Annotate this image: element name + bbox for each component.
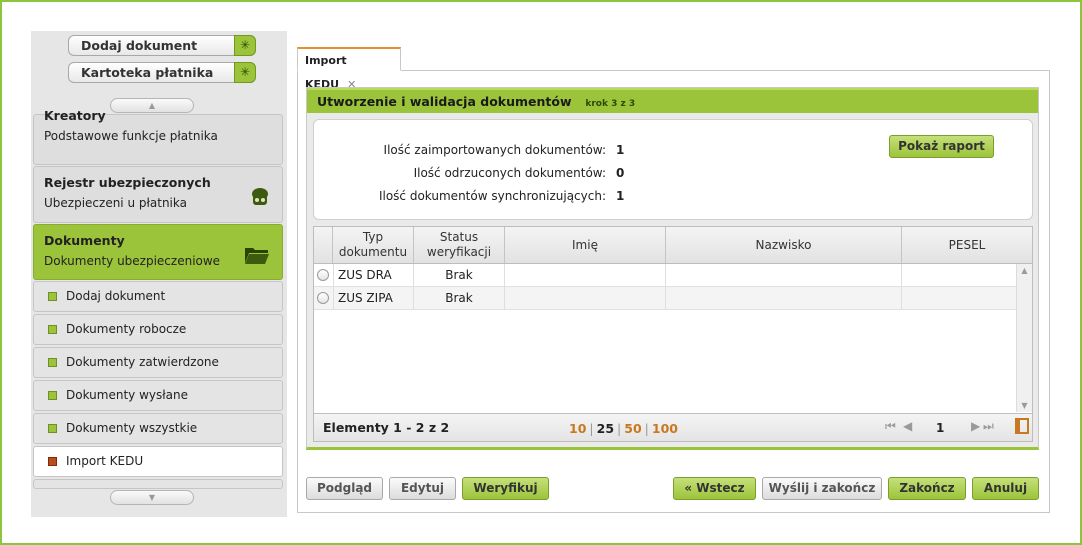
prev-page-icon[interactable]: ◀ [903, 419, 912, 433]
preview-button[interactable]: Podgląd [306, 477, 383, 500]
sidebar-item-draft-documents[interactable]: Dokumenty robocze [33, 314, 283, 345]
summary-rejected-value: 0 [616, 166, 625, 180]
sidebar-item-approved-documents[interactable]: Dokumenty zatwierdzone [33, 347, 283, 378]
sidebar-group-subtitle: Podstawowe funkcje płatnika [44, 129, 218, 143]
sidebar-item-add-document[interactable]: Dodaj dokument [33, 281, 283, 312]
sidebar-item-label: Dodaj dokument [66, 289, 166, 303]
sidebar: Dodaj dokument ✳ Kartoteka płatnika ✳ ▲ … [31, 31, 287, 517]
show-report-button[interactable]: Pokaż raport [889, 135, 994, 158]
sidebar-item-label: Dokumenty wysłane [66, 388, 188, 402]
wizard-title: Utworzenie i walidacja dokumentów [317, 94, 572, 109]
people-icon [250, 187, 270, 214]
bullet-icon [48, 292, 57, 301]
sidebar-group-title: Kreatory [44, 108, 106, 123]
cancel-button[interactable]: Anuluj [972, 477, 1039, 500]
verify-button[interactable]: Weryfikuj [462, 477, 549, 500]
cell-first-name [505, 264, 666, 286]
quick-add-document-button[interactable]: Dodaj dokument ✳ [68, 35, 256, 56]
tab-import-kedu[interactable]: Import KEDU ✕ [297, 47, 401, 91]
sidebar-group-title: Rejestr ubezpieczonych [44, 175, 211, 190]
elements-count: Elementy 1 - 2 z 2 [323, 420, 450, 435]
scroll-down-icon[interactable]: ▼ [1017, 401, 1032, 410]
summary-rejected-label: Ilość odrzuconych dokumentów: [413, 166, 606, 180]
header-select-column [314, 227, 333, 263]
edit-button[interactable]: Edytuj [389, 477, 456, 500]
header-type[interactable]: Typ dokumentu [333, 227, 414, 263]
table-row[interactable]: ZUS DRA Brak [314, 264, 1016, 287]
cell-type: ZUS ZIPA [333, 287, 414, 309]
sidebar-group-documents[interactable]: Dokumenty Dokumenty ubezpieczeniowe [33, 224, 283, 280]
cell-first-name [505, 287, 666, 309]
scroll-up-icon[interactable]: ▲ [1017, 266, 1032, 275]
add-wand-icon: ✳ [234, 62, 256, 83]
sidebar-group-title: Dokumenty [44, 233, 125, 248]
back-button[interactable]: « Wstecz [673, 477, 756, 500]
wizard-header: Utworzenie i walidacja dokumentów krok 3… [307, 88, 1038, 113]
sidebar-item-label: Dokumenty wszystkie [66, 421, 198, 435]
page-size-selector: 10 | 25 | 50 | 100 [569, 421, 678, 436]
cell-last-name [666, 287, 902, 309]
summary-sync-value: 1 [616, 189, 625, 203]
wizard-panel: Utworzenie i walidacja dokumentów krok 3… [306, 87, 1039, 450]
chevron-down-icon: ▼ [148, 493, 156, 502]
summary-sync-label: Ilość dokumentów synchronizujących: [378, 189, 606, 203]
header-pesel[interactable]: PESEL [902, 227, 1032, 263]
page-size-10[interactable]: 10 [569, 421, 586, 436]
summary-imported-value: 1 [616, 143, 625, 157]
last-page-icon[interactable]: ⏭ [983, 419, 994, 434]
finish-button[interactable]: Zakończ [888, 477, 966, 500]
page-size-50[interactable]: 50 [624, 421, 641, 436]
page-size-100[interactable]: 100 [652, 421, 678, 436]
current-page: 1 [936, 421, 945, 435]
sidebar-item-import-kedu[interactable]: Import KEDU [33, 446, 283, 477]
cell-type: ZUS DRA [333, 264, 414, 286]
sidebar-item-label: Dokumenty zatwierdzone [66, 355, 219, 369]
quick-payer-registry-label: Kartoteka płatnika [81, 65, 214, 80]
header-status[interactable]: Status weryfikacji [414, 227, 505, 263]
documents-table: Typ dokumentu Status weryfikacji Imię Na… [313, 226, 1033, 442]
row-select-radio[interactable] [317, 269, 329, 281]
table-row[interactable]: ZUS ZIPA Brak [314, 287, 1016, 310]
sidebar-item-partial [33, 479, 283, 489]
cell-last-name [666, 264, 902, 286]
bullet-icon [48, 358, 57, 367]
tab-label: Import KEDU [305, 54, 347, 91]
cell-status: Brak [414, 264, 505, 286]
first-page-icon[interactable]: ⏮ [885, 419, 896, 434]
bullet-icon [48, 457, 57, 466]
sidebar-item-all-documents[interactable]: Dokumenty wszystkie [33, 413, 283, 444]
sidebar-item-label: Dokumenty robocze [66, 322, 187, 336]
sidebar-scroll-down-button[interactable]: ▼ [110, 490, 194, 505]
summary-imported-label: Ilość zaimportowanych dokumentów: [383, 143, 606, 157]
sidebar-group-kreatory[interactable]: Kreatory Podstawowe funkcje płatnika [33, 108, 283, 165]
send-and-finish-button[interactable]: Wyślij i zakończ [762, 477, 882, 500]
row-select-radio[interactable] [317, 292, 329, 304]
bullet-icon [48, 424, 57, 433]
cell-status: Brak [414, 287, 505, 309]
bullet-icon [48, 391, 57, 400]
cell-pesel [902, 287, 1016, 309]
sidebar-group-subtitle: Ubezpieczeni u płatnika [44, 196, 187, 210]
table-footer: Elementy 1 - 2 z 2 10 | 25 | 50 | 100 ⏮ ◀ 1 ▶ … [314, 413, 1032, 441]
cell-pesel [902, 264, 1016, 286]
folder-icon [244, 245, 270, 270]
add-wand-icon: ✳ [234, 35, 256, 56]
sidebar-group-insured-registry[interactable]: Rejestr ubezpieczonych Ubezpieczeni u pł… [33, 166, 283, 223]
quick-add-document-label: Dodaj dokument [81, 38, 198, 53]
page-size-25[interactable]: 25 [597, 421, 614, 436]
export-icon[interactable] [1015, 418, 1029, 434]
import-summary: Ilość zaimportowanych dokumentów: 1 Iloś… [313, 119, 1033, 220]
table-header: Typ dokumentu Status weryfikacji Imię Na… [314, 227, 1032, 264]
sidebar-group-subtitle: Dokumenty ubezpieczeniowe [44, 254, 221, 268]
next-page-icon[interactable]: ▶ [971, 419, 980, 433]
bullet-icon [48, 325, 57, 334]
quick-payer-registry-button[interactable]: Kartoteka płatnika ✳ [68, 62, 256, 83]
sidebar-item-sent-documents[interactable]: Dokumenty wysłane [33, 380, 283, 411]
sidebar-item-label: Import KEDU [66, 454, 144, 468]
header-first-name[interactable]: Imię [505, 227, 666, 263]
header-last-name[interactable]: Nazwisko [666, 227, 902, 263]
table-vertical-scrollbar[interactable]: ▲ ▼ [1016, 264, 1032, 412]
wizard-step: krok 3 z 3 [585, 99, 636, 109]
